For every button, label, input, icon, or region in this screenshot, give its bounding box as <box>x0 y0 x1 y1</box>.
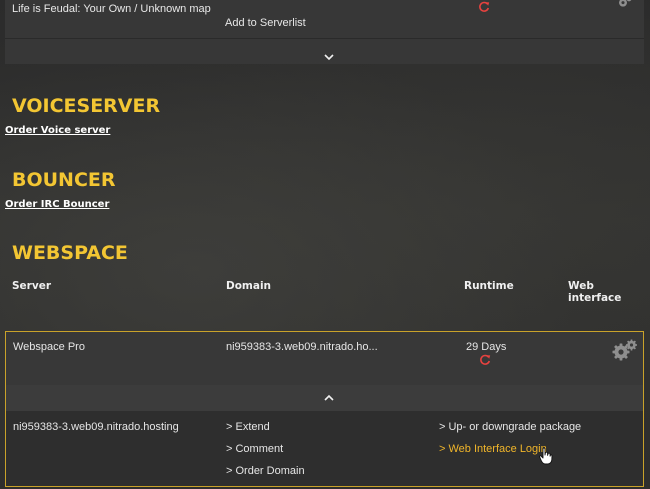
settings-gear-icon[interactable] <box>612 338 638 362</box>
collapse-toggle[interactable] <box>6 385 643 411</box>
refresh-icon[interactable] <box>479 354 491 366</box>
web-interface-login-link[interactable]: > Web Interface Login <box>439 443 547 455</box>
extend-link[interactable]: > Extend <box>226 421 270 433</box>
column-header-domain: Domain <box>226 280 272 292</box>
webspace-hostname: ni959383-3.web09.nitrado.hosting <box>13 421 179 433</box>
webspace-card: Webspace Pro ni959383-3.web09.nitrado.ho… <box>5 331 644 487</box>
hand-cursor-icon <box>539 447 553 465</box>
chevron-up-icon[interactable] <box>323 393 335 403</box>
webspace-runtime: 29 Days <box>466 341 507 353</box>
order-domain-link[interactable]: > Order Domain <box>226 465 305 477</box>
voiceserver-title: VOICESERVER <box>12 95 161 117</box>
order-voice-server-link[interactable]: Order Voice server <box>5 125 110 136</box>
upgrade-package-link[interactable]: > Up- or downgrade package <box>439 421 581 433</box>
gameserver-card: Life is Feudal: Your Own / Unknown map A… <box>5 0 644 64</box>
webspace-domain: ni959383-3.web09.nitrado.ho... <box>226 341 378 353</box>
webspace-details: ni959383-3.web09.nitrado.hosting > Exten… <box>6 411 643 486</box>
column-header-server: Server <box>12 280 52 292</box>
column-header-web-interface: Web interface <box>568 280 622 304</box>
webspace-server-name: Webspace Pro <box>13 341 85 353</box>
gameserver-name: Life is Feudal: Your Own / Unknown map <box>12 3 211 15</box>
webspace-row[interactable]: Webspace Pro ni959383-3.web09.nitrado.ho… <box>6 332 643 385</box>
refresh-icon[interactable] <box>478 1 490 13</box>
webspace-title: WEBSPACE <box>12 242 128 264</box>
divider <box>5 38 644 39</box>
order-irc-bouncer-link[interactable]: Order IRC Bouncer <box>5 199 109 210</box>
comment-link[interactable]: > Comment <box>226 443 283 455</box>
settings-gear-icon[interactable] <box>613 0 637 10</box>
column-header-runtime: Runtime <box>464 280 514 292</box>
add-to-serverlist-link[interactable]: Add to Serverlist <box>225 17 306 29</box>
bouncer-title: BOUNCER <box>12 169 116 191</box>
chevron-down-icon[interactable] <box>323 52 335 62</box>
